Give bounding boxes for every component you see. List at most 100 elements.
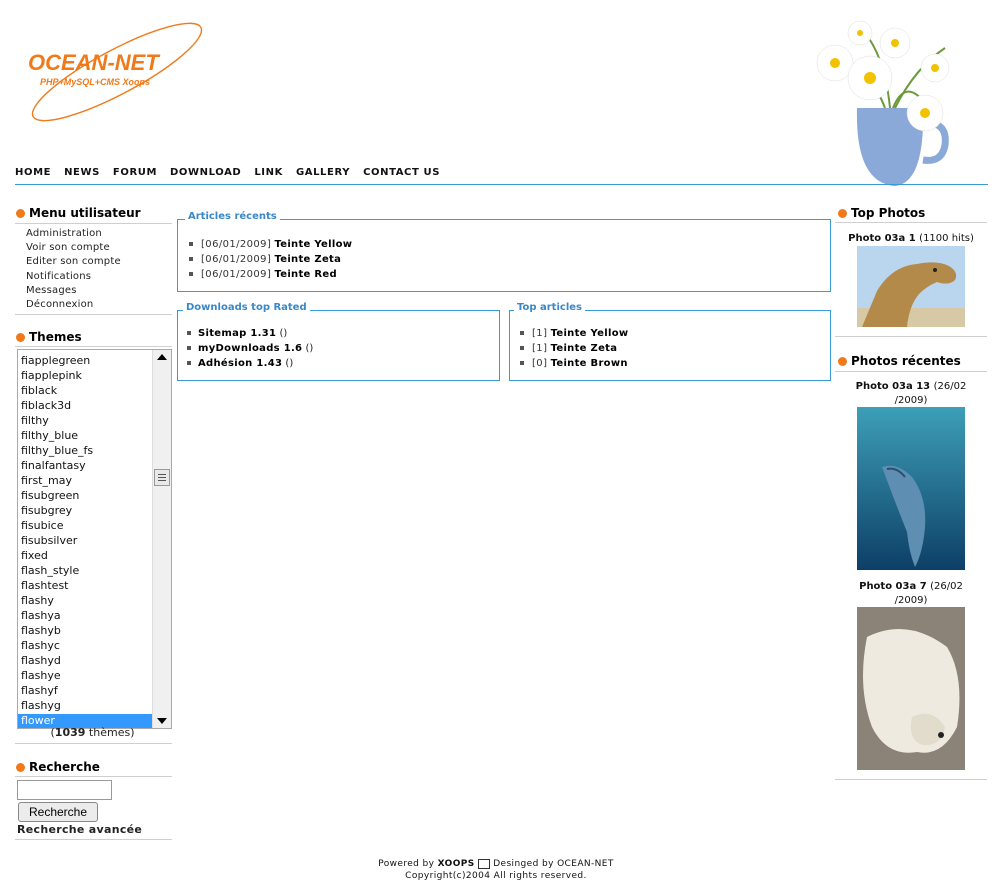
theme-option[interactable]: flashyg bbox=[18, 699, 152, 714]
list-item: [06/01/2009] Teinte Yellow bbox=[189, 237, 352, 252]
block-divider bbox=[15, 839, 172, 840]
orange-bullet-icon bbox=[16, 208, 25, 218]
square-bullet-icon bbox=[520, 331, 524, 335]
search-button[interactable]: Recherche bbox=[18, 802, 98, 822]
block-divider bbox=[15, 776, 172, 777]
list-item: [0] Teinte Brown bbox=[520, 356, 628, 371]
list-item: Adhésion 1.43 () bbox=[187, 356, 313, 371]
download-link[interactable]: Sitemap 1.31 bbox=[198, 328, 276, 339]
article-link[interactable]: Teinte Zeta bbox=[274, 254, 341, 265]
theme-option[interactable]: filthy_blue bbox=[18, 429, 152, 444]
nav-home[interactable]: HOME bbox=[15, 167, 51, 183]
dolphin-photo[interactable] bbox=[857, 407, 965, 570]
list-item: [06/01/2009] Teinte Red bbox=[189, 267, 352, 282]
block-divider bbox=[835, 779, 987, 780]
scroll-thumb[interactable] bbox=[154, 469, 170, 486]
theme-option[interactable]: flashyf bbox=[18, 684, 152, 699]
camel-photo[interactable] bbox=[857, 246, 965, 327]
block-divider bbox=[835, 336, 987, 337]
theme-option[interactable]: first_may bbox=[18, 474, 152, 489]
user-menu-administration[interactable]: Administration bbox=[26, 227, 121, 241]
svg-text:OCEAN-NET: OCEAN-NET bbox=[28, 50, 160, 75]
footer-powered: Powered by XOOPS Desinged by OCEAN-NET bbox=[378, 858, 614, 869]
download-link[interactable]: Adhésion 1.43 bbox=[198, 358, 282, 369]
square-bullet-icon bbox=[189, 242, 193, 246]
square-bullet-icon bbox=[189, 272, 193, 276]
theme-option[interactable]: flashy bbox=[18, 594, 152, 609]
orange-bullet-icon bbox=[16, 332, 25, 342]
recent-photo-caption: Photo 03a 7 (26/02 /2009) bbox=[859, 581, 963, 606]
nav-divider bbox=[15, 184, 988, 185]
article-link[interactable]: Teinte Zeta bbox=[551, 343, 618, 354]
theme-option[interactable]: flashtest bbox=[18, 579, 152, 594]
article-link[interactable]: Teinte Red bbox=[274, 269, 337, 280]
nav-contact-us[interactable]: CONTACT US bbox=[363, 167, 440, 183]
top-photo-caption: Photo 03a 1 (1100 hits) bbox=[848, 233, 974, 244]
square-bullet-icon bbox=[520, 361, 524, 365]
list-item: [1] Teinte Yellow bbox=[520, 326, 628, 341]
polar-bear-photo[interactable] bbox=[857, 607, 965, 770]
advanced-search-link[interactable]: Recherche avancée bbox=[17, 823, 142, 836]
square-bullet-icon bbox=[520, 346, 524, 350]
search-title: Recherche bbox=[16, 760, 100, 774]
top-articles-list: [1] Teinte Yellow [1] Teinte Zeta [0] Te… bbox=[520, 326, 628, 371]
theme-option[interactable]: flash_style bbox=[18, 564, 152, 579]
theme-option[interactable]: finalfantasy bbox=[18, 459, 152, 474]
user-menu-notifications[interactable]: Notifications bbox=[26, 270, 121, 284]
theme-option[interactable]: fisubsilver bbox=[18, 534, 152, 549]
user-menu-editer-compte[interactable]: Editer son compte bbox=[26, 255, 121, 269]
footer-copyright: Copyright(c)2004 All rights reserved. bbox=[405, 871, 587, 881]
nav-gallery[interactable]: GALLERY bbox=[296, 167, 350, 183]
download-link[interactable]: myDownloads 1.6 bbox=[198, 343, 302, 354]
nav-download[interactable]: DOWNLOAD bbox=[170, 167, 241, 183]
nav-link[interactable]: LINK bbox=[254, 167, 283, 183]
theme-list-scrollbar[interactable] bbox=[152, 350, 171, 728]
orange-bullet-icon bbox=[838, 208, 847, 218]
block-divider bbox=[835, 371, 987, 372]
theme-option[interactable]: flashyb bbox=[18, 624, 152, 639]
nav-news[interactable]: NEWS bbox=[64, 167, 100, 183]
xoops-link[interactable]: XOOPS bbox=[438, 859, 475, 869]
block-divider bbox=[15, 346, 172, 347]
theme-option[interactable]: fisubice bbox=[18, 519, 152, 534]
scroll-down-arrow-icon[interactable] bbox=[157, 718, 167, 724]
user-menu-voir-compte[interactable]: Voir son compte bbox=[26, 241, 121, 255]
nav-forum[interactable]: FORUM bbox=[113, 167, 157, 183]
articles-recent-list: [06/01/2009] Teinte Yellow [06/01/2009] … bbox=[189, 237, 352, 282]
theme-option[interactable]: fisubgrey bbox=[18, 504, 152, 519]
theme-option[interactable]: filthy bbox=[18, 414, 152, 429]
list-item: myDownloads 1.6 () bbox=[187, 341, 313, 356]
list-item: [1] Teinte Zeta bbox=[520, 341, 628, 356]
square-bullet-icon bbox=[187, 346, 191, 350]
theme-option[interactable]: flashye bbox=[18, 669, 152, 684]
theme-option[interactable]: fiblack3d bbox=[18, 399, 152, 414]
article-link[interactable]: Teinte Yellow bbox=[274, 239, 352, 250]
theme-option[interactable]: flashyd bbox=[18, 654, 152, 669]
themes-title: Themes bbox=[16, 330, 82, 344]
square-bullet-icon bbox=[187, 331, 191, 335]
square-bullet-icon bbox=[187, 361, 191, 365]
articles-recent-legend: Articles récents bbox=[185, 211, 280, 222]
theme-option[interactable]: fiblack bbox=[18, 384, 152, 399]
theme-option[interactable]: filthy_blue_fs bbox=[18, 444, 152, 459]
theme-select-list[interactable]: fiapplegreen fiapplepink fiblack fiblack3d f… bbox=[17, 349, 172, 729]
theme-option[interactable]: flashyc bbox=[18, 639, 152, 654]
user-menu-deconnexion[interactable]: Déconnexion bbox=[26, 298, 121, 312]
search-input[interactable] bbox=[17, 780, 112, 800]
user-menu-list: Administration Voir son compte Editer so… bbox=[26, 227, 121, 312]
theme-option[interactable]: fisubgreen bbox=[18, 489, 152, 504]
article-link[interactable]: Teinte Brown bbox=[551, 358, 628, 369]
article-link[interactable]: Teinte Yellow bbox=[551, 328, 629, 339]
list-item: Sitemap 1.31 () bbox=[187, 326, 313, 341]
theme-option[interactable]: flashya bbox=[18, 609, 152, 624]
site-logo[interactable]: OCEAN-NET PHP+MySQL+CMS Xoops bbox=[22, 22, 242, 122]
orange-bullet-icon bbox=[16, 762, 25, 772]
svg-text:PHP+MySQL+CMS Xoops: PHP+MySQL+CMS Xoops bbox=[40, 77, 150, 87]
scroll-up-arrow-icon[interactable] bbox=[157, 354, 167, 360]
theme-option[interactable]: fiapplegreen bbox=[18, 354, 152, 369]
user-menu-messages[interactable]: Messages bbox=[26, 284, 121, 298]
theme-option[interactable]: fixed bbox=[18, 549, 152, 564]
block-divider bbox=[15, 314, 172, 315]
theme-option[interactable]: fiapplepink bbox=[18, 369, 152, 384]
orange-bullet-icon bbox=[838, 356, 847, 366]
